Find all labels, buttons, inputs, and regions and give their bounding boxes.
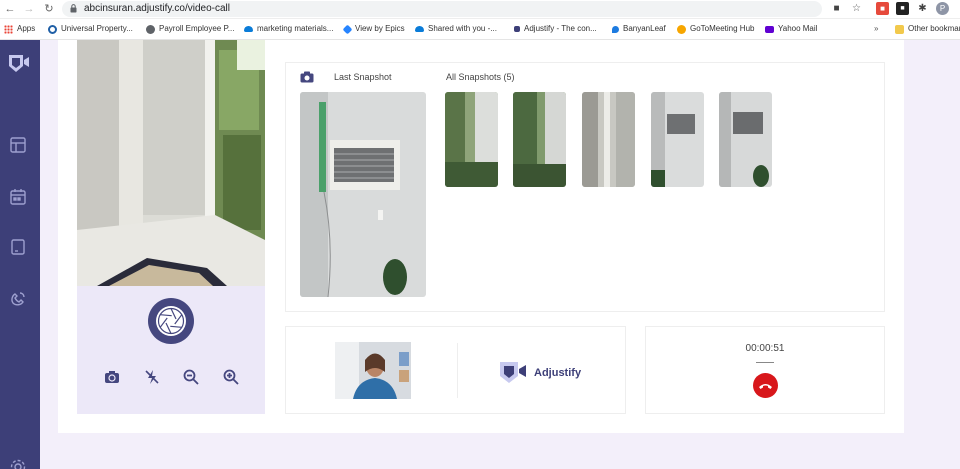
- bookmark-payroll[interactable]: Payroll Employee P...: [146, 22, 234, 36]
- capture-snapshot-button[interactable]: [148, 298, 194, 344]
- live-camera-feed: [77, 40, 265, 286]
- adjustify-logo-icon: [500, 362, 526, 383]
- adjustify-icon: [514, 26, 520, 32]
- bookmark-apps[interactable]: Apps: [4, 22, 35, 36]
- extension-shield-icon[interactable]: ■: [876, 2, 889, 15]
- globe-icon: [146, 24, 155, 34]
- shutter-icon: [156, 306, 186, 336]
- snapshot-thumbnail-2[interactable]: [513, 92, 566, 187]
- bookmark-gotomeeting[interactable]: GoToMeeting Hub: [677, 22, 754, 36]
- zoom-out-icon[interactable]: [182, 368, 200, 386]
- snapshot-thumbnail-3[interactable]: [582, 92, 635, 187]
- forward-arrow-icon[interactable]: →: [22, 2, 36, 16]
- settings-icon[interactable]: [9, 458, 27, 469]
- reload-icon[interactable]: ↻: [42, 2, 56, 16]
- profile-avatar[interactable]: P: [936, 2, 949, 15]
- address-bar[interactable]: abcinsuran.adjustify.co/video-call: [62, 1, 822, 17]
- caller-video-feed: [335, 342, 411, 399]
- snapshot-thumbnail-4[interactable]: [651, 92, 704, 187]
- bookmark-marketing[interactable]: marketing materials...: [244, 22, 333, 36]
- bookmarks-bar: Apps Universal Property... Payroll Emplo…: [0, 19, 960, 40]
- grid-icon: [4, 24, 13, 34]
- lock-icon: [70, 4, 77, 13]
- extension-box-icon[interactable]: ■: [896, 2, 909, 15]
- bookmarks-overflow-button[interactable]: »: [874, 22, 878, 36]
- sidebar: [0, 40, 40, 469]
- brand-name: Adjustify: [534, 367, 582, 379]
- puzzle-icon[interactable]: ✱: [916, 2, 929, 15]
- timer-divider: [756, 362, 774, 363]
- ring-icon: [48, 24, 57, 34]
- card-divider: [457, 343, 458, 398]
- flower-icon: [677, 24, 686, 34]
- phone-icon[interactable]: [9, 290, 27, 308]
- url-text: abcinsuran.adjustify.co/video-call: [84, 3, 231, 14]
- snapshot-thumbnail-1[interactable]: [445, 92, 498, 187]
- hang-up-icon: [759, 384, 772, 389]
- last-snapshot-image[interactable]: [300, 92, 426, 297]
- bookmark-banyanleaf[interactable]: BanyanLeaf: [612, 22, 666, 36]
- end-call-button[interactable]: [753, 373, 778, 398]
- bookmark-shared[interactable]: Shared with you -...: [415, 22, 497, 36]
- video-camera-icon[interactable]: ■: [830, 2, 843, 15]
- camera-icon: [300, 71, 314, 83]
- jira-icon: [342, 24, 353, 34]
- calendar-icon[interactable]: [9, 188, 27, 206]
- cloud-icon: [415, 26, 424, 32]
- call-status-card: [645, 326, 885, 414]
- cloud-icon: [244, 26, 253, 32]
- room-scene-image: [77, 40, 265, 286]
- all-snapshots-label: All Snapshots (5): [446, 72, 515, 82]
- bookmark-epics[interactable]: View by Epics: [342, 22, 405, 36]
- bookmark-adjustify[interactable]: Adjustify - The con...: [514, 22, 597, 36]
- bookmark-universal-property[interactable]: Universal Property...: [48, 22, 133, 36]
- snapshot-thumbnail-5[interactable]: [719, 92, 772, 187]
- drop-icon: [612, 25, 619, 33]
- switch-camera-icon[interactable]: [103, 368, 121, 386]
- browser-toolbar: ← → ↻ abcinsuran.adjustify.co/video-call…: [0, 0, 960, 19]
- mail-icon: [765, 25, 774, 33]
- folder-icon: [895, 24, 904, 34]
- zoom-in-icon[interactable]: [222, 368, 240, 386]
- star-icon[interactable]: ☆: [850, 2, 863, 15]
- call-timer: 00:00:51: [745, 343, 785, 354]
- last-snapshot-label: Last Snapshot: [334, 72, 392, 82]
- document-icon[interactable]: [9, 238, 27, 256]
- table-icon[interactable]: [9, 136, 27, 154]
- bookmark-yahoo[interactable]: Yahoo Mail: [765, 22, 817, 36]
- adjustify-logo-icon[interactable]: [8, 54, 30, 74]
- back-arrow-icon[interactable]: ←: [3, 2, 17, 16]
- flash-off-icon[interactable]: [143, 368, 161, 386]
- bookmark-other[interactable]: Other bookmarks: [895, 22, 960, 36]
